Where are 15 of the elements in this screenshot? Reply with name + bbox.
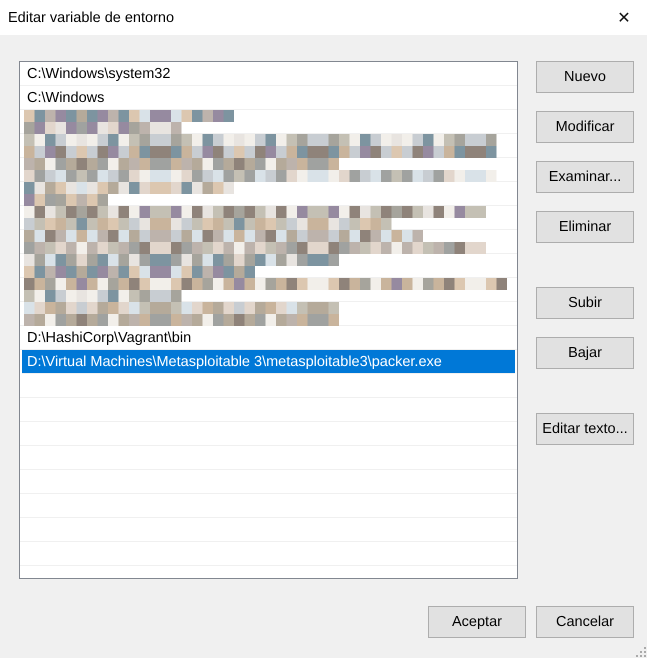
action-button[interactable]: Eliminar	[536, 211, 634, 243]
action-button[interactable]: Subir	[536, 287, 634, 319]
action-button[interactable]: Editar texto...	[536, 413, 634, 445]
action-button[interactable]: Nuevo	[536, 61, 634, 93]
action-button[interactable]: Bajar	[536, 337, 634, 369]
dialog-button[interactable]: Cancelar	[536, 606, 634, 638]
window-title: Editar variable de entorno	[8, 10, 174, 26]
dialog-button[interactable]: Aceptar	[428, 606, 526, 638]
action-button[interactable]: Examinar...	[536, 161, 634, 193]
path-list[interactable]: C:\Windows\system32 C:\Windows D:\HashiCorp\Vagrant\bin D:\Virtual Machines\Metasploitable 3\metasploitable3\packer.exe	[19, 61, 518, 579]
path-item[interactable]: D:\Virtual Machines\Metasploitable 3\metasploitable3\packer.exe	[22, 350, 515, 374]
action-button[interactable]: Modificar	[536, 111, 634, 143]
close-button[interactable]: ✕	[601, 0, 647, 35]
path-item[interactable]: C:\Windows\system32	[20, 62, 517, 86]
resize-grip-icon[interactable]	[636, 647, 646, 657]
